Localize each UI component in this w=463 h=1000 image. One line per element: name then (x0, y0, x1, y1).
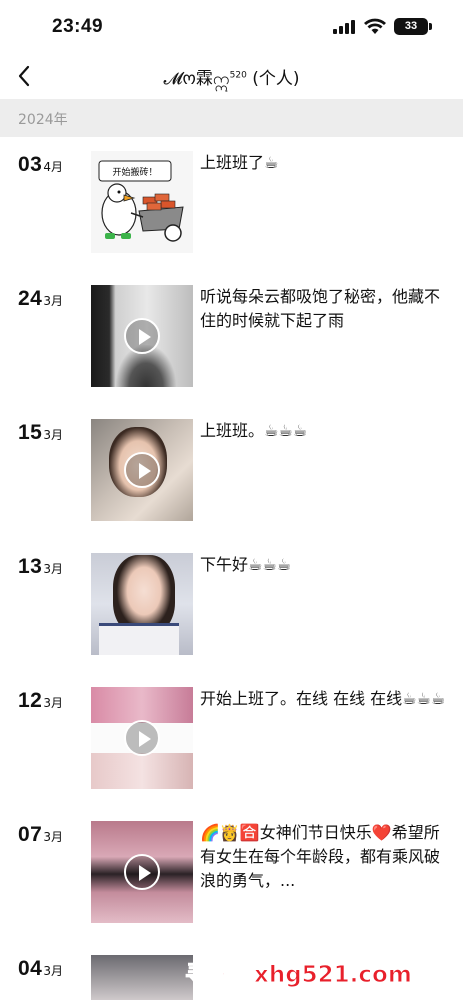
sticker-caption: 开始搬砖！ (112, 166, 157, 178)
video-thumbnail[interactable] (91, 821, 193, 923)
post-text: 🌈👸🈴女神们节日快乐❤️希望所有女生在每个年龄段，都有乘风破浪的勇气，... (200, 823, 441, 890)
post-date: 073月 (18, 823, 63, 847)
post-text: 上班班。☕☕☕ (200, 421, 308, 440)
moment-post[interactable]: 034月 开始搬砖！ 上班班了☕ (0, 151, 463, 255)
photo-thumbnail[interactable] (91, 553, 193, 655)
moment-post[interactable]: 133月 下午好☕☕☕ (0, 553, 463, 657)
post-text: 上班班了☕ (200, 153, 279, 172)
play-icon[interactable] (124, 720, 160, 756)
video-thumbnail[interactable] (91, 419, 193, 521)
video-thumbnail[interactable] (91, 285, 193, 387)
post-day: 24 (18, 287, 43, 310)
play-icon[interactable] (124, 452, 160, 488)
post-day: 03 (18, 153, 43, 176)
video-thumbnail[interactable] (91, 955, 193, 1000)
wifi-icon (364, 18, 386, 34)
goose-cart-sticker: 开始搬砖！ (98, 160, 184, 242)
page-title: 𝓜ო霖ဣ520 (个人) (0, 64, 463, 93)
collage-strip (91, 687, 193, 723)
post-day: 13 (18, 555, 43, 578)
play-icon[interactable] (124, 318, 160, 354)
year-label: 2024年 (18, 112, 68, 128)
post-day: 07 (18, 823, 43, 846)
moment-post[interactable]: 123月 开始上班了。在线 在线 在线☕☕☕ (0, 687, 463, 791)
post-month: 3月 (43, 428, 63, 442)
post-month: 3月 (43, 562, 63, 576)
moment-post[interactable]: 243月 听说每朵云都吸饱了秘密，他藏不住的时候就下起了雨 (0, 285, 463, 389)
post-date: 034月 (18, 153, 63, 177)
video-thumbnail[interactable] (91, 687, 193, 789)
post-day: 04 (18, 957, 43, 980)
status-time: 23:49 (52, 16, 104, 37)
post-date: 153月 (18, 421, 63, 445)
post-month: 3月 (43, 294, 63, 308)
post-month: 4月 (43, 160, 63, 174)
post-day: 15 (18, 421, 43, 444)
post-month: 3月 (43, 964, 63, 978)
watermark-text: 寻欢阁xhg521.com (185, 962, 413, 989)
signal-icon (333, 20, 357, 34)
clothing-detail (99, 623, 179, 655)
post-text: 下午好☕☕☕ (200, 555, 292, 574)
post-date: 123月 (18, 689, 63, 713)
post-day: 12 (18, 689, 43, 712)
battery-cap (429, 23, 432, 30)
nav-bar: 𝓜ო霖ဣ520 (个人) (0, 54, 463, 98)
collage-strip (91, 753, 193, 789)
post-text: 听说每朵云都吸饱了秘密，他藏不住的时候就下起了雨 (200, 287, 441, 330)
post-text: 开始上班了。在线 在线 在线☕☕☕ (200, 689, 446, 708)
post-month: 3月 (43, 830, 63, 844)
moment-post[interactable]: 073月 🌈👸🈴女神们节日快乐❤️希望所有女生在每个年龄段，都有乘风破浪的勇气，… (0, 821, 463, 925)
post-date: 043月 (18, 957, 63, 981)
title-superscript: 520 (229, 70, 247, 81)
title-suffix: (个人) (246, 69, 300, 89)
battery-icon: 33 (394, 18, 428, 35)
moment-post[interactable]: 153月 上班班。☕☕☕ (0, 419, 463, 523)
title-name: 𝓜ო霖ဣ (163, 69, 230, 89)
year-divider: 2024年 (0, 99, 463, 137)
post-date: 133月 (18, 555, 63, 579)
post-month: 3月 (43, 696, 63, 710)
play-icon[interactable] (124, 854, 160, 890)
status-bar: 23:49 33 (0, 0, 463, 54)
sticker-thumbnail[interactable]: 开始搬砖！ (91, 151, 193, 253)
post-date: 243月 (18, 287, 63, 311)
